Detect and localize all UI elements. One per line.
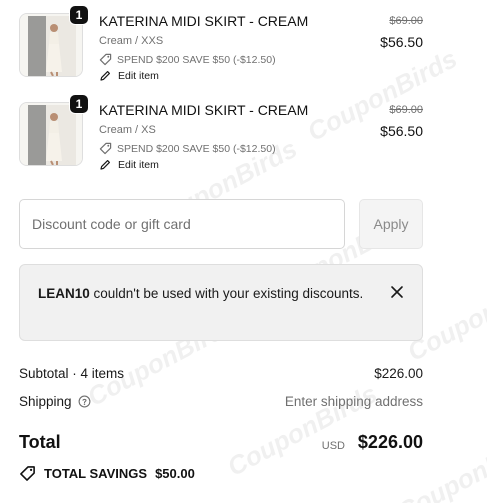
pencil-icon bbox=[100, 71, 110, 81]
alert-message: LEAN10 couldn't be used with your existi… bbox=[38, 286, 363, 301]
edit-item-link[interactable]: Edit item bbox=[99, 159, 159, 171]
item-discount-label: SPEND $200 SAVE $50 (-$12.50) bbox=[117, 53, 276, 66]
item-price: $56.50 bbox=[380, 123, 423, 139]
savings-value: $50.00 bbox=[155, 466, 195, 481]
product-variant: Cream / XS bbox=[99, 124, 156, 136]
original-price: $69.00 bbox=[389, 104, 423, 116]
close-icon[interactable] bbox=[390, 285, 404, 299]
shipping-label: Shipping bbox=[19, 394, 72, 409]
item-discount: SPEND $200 SAVE $50 (-$12.50) bbox=[99, 142, 276, 155]
currency-code: USD bbox=[321, 440, 345, 452]
tag-icon bbox=[99, 142, 112, 155]
apply-button[interactable]: Apply bbox=[359, 199, 423, 249]
cart-item: 1 KATERINA MIDI SKIRT - CREAM Cream / XS… bbox=[19, 94, 423, 182]
product-name: KATERINA MIDI SKIRT - CREAM bbox=[99, 102, 309, 118]
item-discount: SPEND $200 SAVE $50 (-$12.50) bbox=[99, 53, 276, 66]
total-savings: TOTAL SAVINGS $50.00 bbox=[19, 465, 195, 482]
alert-code: LEAN10 bbox=[38, 286, 90, 301]
total-label: Total bbox=[19, 432, 61, 452]
quantity-badge: 1 bbox=[69, 94, 89, 114]
savings-label: TOTAL SAVINGS bbox=[44, 466, 148, 481]
edit-item-link[interactable]: Edit item bbox=[99, 70, 159, 82]
total-value: $226.00 bbox=[357, 432, 423, 452]
alert-text: couldn't be used with your existing disc… bbox=[89, 286, 364, 301]
shipping-value: Enter shipping address bbox=[284, 394, 423, 409]
subtotal-row: Subtotal · 4 items $226.00 bbox=[19, 366, 423, 381]
tag-icon bbox=[99, 53, 112, 66]
shipping-row: Shipping Enter shipping address bbox=[19, 394, 423, 409]
product-name: KATERINA MIDI SKIRT - CREAM bbox=[99, 13, 309, 29]
product-variant: Cream / XXS bbox=[99, 35, 164, 47]
quantity-badge: 1 bbox=[69, 5, 89, 25]
edit-item-label: Edit item bbox=[118, 159, 159, 171]
pencil-icon bbox=[100, 160, 110, 170]
discount-error-alert: LEAN10 couldn't be used with your existi… bbox=[19, 264, 423, 341]
item-discount-label: SPEND $200 SAVE $50 (-$12.50) bbox=[117, 142, 276, 155]
discount-code-form: Apply bbox=[19, 199, 423, 249]
item-price: $56.50 bbox=[380, 34, 423, 50]
discount-code-input[interactable] bbox=[19, 199, 345, 249]
subtotal-label: Subtotal · 4 items bbox=[19, 366, 125, 381]
subtotal-value: $226.00 bbox=[374, 366, 423, 381]
help-icon[interactable] bbox=[78, 395, 91, 408]
tag-icon bbox=[20, 466, 35, 481]
edit-item-label: Edit item bbox=[118, 70, 159, 82]
cart-item: 1 KATERINA MIDI SKIRT - CREAM Cream / XX… bbox=[19, 5, 423, 93]
total-row: Total USD $226.00 bbox=[19, 432, 423, 458]
original-price: $69.00 bbox=[389, 15, 423, 27]
